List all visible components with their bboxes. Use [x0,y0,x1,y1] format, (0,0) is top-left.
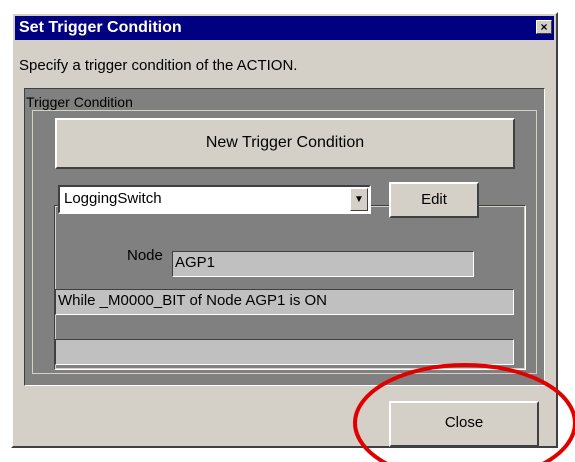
trigger-condition-group-label: Trigger Condition [26,94,133,110]
trigger-description-field: While _M0000_BIT of Node AGP1 is ON [55,289,514,315]
new-trigger-condition-button[interactable]: New Trigger Condition [55,118,515,169]
node-field: AGP1 [172,251,474,277]
chevron-down-icon[interactable]: ▼ [350,188,368,211]
set-trigger-condition-dialog: Set Trigger Condition × Specify a trigge… [11,12,558,448]
close-button[interactable]: Close [389,401,539,447]
node-label: Node [127,247,163,264]
dialog-title: Set Trigger Condition [19,19,182,36]
close-icon[interactable]: × [536,20,552,34]
trigger-extra-field [55,339,514,365]
title-bar[interactable]: Set Trigger Condition × [15,16,554,40]
trigger-select-value: LoggingSwitch [64,190,162,207]
trigger-select-dropdown[interactable]: LoggingSwitch ▼ [58,185,371,214]
edit-button[interactable]: Edit [389,182,479,218]
instruction-text: Specify a trigger condition of the ACTIO… [19,57,298,74]
